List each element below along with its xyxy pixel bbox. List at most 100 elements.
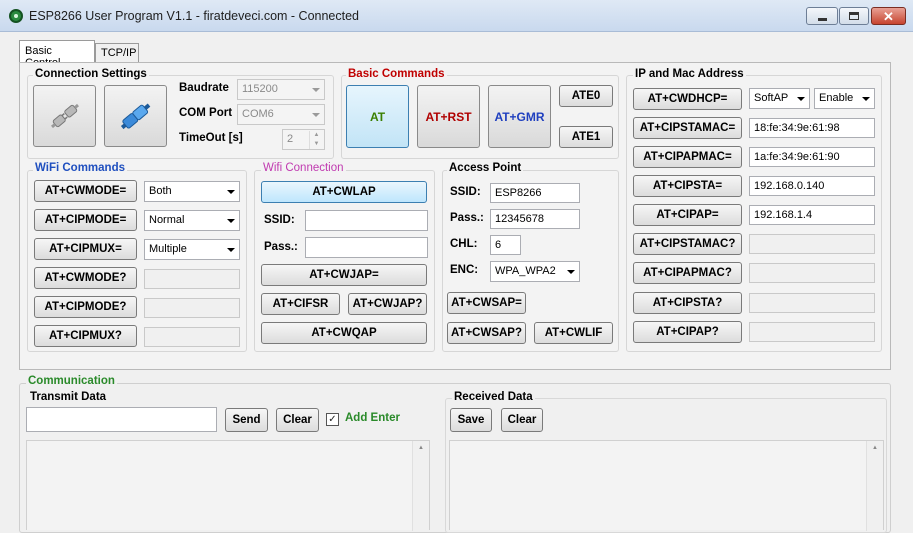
transmit-scrollbar[interactable]: ▲ bbox=[412, 441, 429, 531]
minimize-icon bbox=[817, 17, 827, 21]
connect-button[interactable] bbox=[104, 85, 167, 147]
ap-pass-input[interactable]: 12345678 bbox=[490, 209, 580, 229]
cwjap-query-button[interactable]: AT+CWJAP? bbox=[348, 293, 427, 315]
cipmode-select[interactable]: Normal bbox=[144, 210, 240, 231]
received-data-title: Received Data bbox=[452, 391, 535, 403]
ate1-button[interactable]: ATE1 bbox=[559, 126, 613, 148]
cipsta-set-button[interactable]: AT+CIPSTA= bbox=[633, 175, 742, 197]
cipmux-query-button[interactable]: AT+CIPMUX? bbox=[34, 325, 137, 347]
chevron-down-icon bbox=[862, 97, 870, 101]
ap-channel-label: CHL: bbox=[450, 238, 478, 250]
ap-pass-label: Pass.: bbox=[450, 212, 484, 224]
cipmode-result bbox=[144, 298, 240, 318]
cipapmac-input[interactable]: 1a:fe:34:9e:61:90 bbox=[749, 147, 875, 167]
cipmode-set-button[interactable]: AT+CIPMODE= bbox=[34, 209, 137, 231]
ap-enc-value: WPA_WPA2 bbox=[495, 265, 556, 277]
ap-enc-label: ENC: bbox=[450, 264, 479, 276]
wifi-ssid-input[interactable] bbox=[305, 210, 428, 231]
chevron-down-icon bbox=[797, 97, 805, 101]
window-title: ESP8266 User Program V1.1 - firatdeveci.… bbox=[29, 9, 360, 23]
com-port-select[interactable]: COM6 bbox=[237, 104, 325, 125]
cipstamac-input[interactable]: 18:fe:34:9e:61:98 bbox=[749, 118, 875, 138]
add-enter-checkbox[interactable]: ✓ bbox=[326, 413, 339, 426]
transmit-log[interactable]: ▲ bbox=[26, 440, 430, 531]
clear-transmit-button[interactable]: Clear bbox=[276, 408, 319, 432]
close-button[interactable]: ✕ bbox=[871, 7, 906, 25]
cipstamac-set-button[interactable]: AT+CIPSTAMAC= bbox=[633, 117, 742, 139]
wifi-commands-title: WiFi Commands bbox=[33, 162, 127, 174]
at-gmr-button[interactable]: AT+GMR bbox=[488, 85, 551, 148]
save-button[interactable]: Save bbox=[450, 408, 492, 432]
cwlap-button[interactable]: AT+CWLAP bbox=[261, 181, 427, 203]
cwlif-button[interactable]: AT+CWLIF bbox=[534, 322, 613, 344]
minimize-button[interactable] bbox=[806, 7, 838, 25]
cipap-set-button[interactable]: AT+CIPAP= bbox=[633, 204, 742, 226]
cipap-input[interactable]: 192.168.1.4 bbox=[749, 205, 875, 225]
cwjap-set-button[interactable]: AT+CWJAP= bbox=[261, 264, 427, 286]
tab-basic-control[interactable]: Basic Control bbox=[19, 40, 95, 69]
dhcp-mode-select[interactable]: SoftAP bbox=[749, 88, 810, 109]
dhcp-mode-value: SoftAP bbox=[754, 92, 789, 104]
at-rst-button[interactable]: AT+RST bbox=[417, 85, 480, 148]
ap-ssid-input[interactable]: ESP8266 bbox=[490, 183, 580, 203]
cipstamac-query-button[interactable]: AT+CIPSTAMAC? bbox=[633, 233, 742, 255]
add-enter-label: Add Enter bbox=[345, 412, 400, 424]
cipap-result bbox=[749, 322, 875, 342]
cipapmac-set-button[interactable]: AT+CIPAPMAC= bbox=[633, 146, 742, 168]
ap-enc-select[interactable]: WPA_WPA2 bbox=[490, 261, 580, 282]
basic-commands-title: Basic Commands bbox=[346, 68, 447, 80]
cwqap-button[interactable]: AT+CWQAP bbox=[261, 322, 427, 344]
chevron-down-icon bbox=[227, 248, 235, 252]
scroll-up-icon[interactable]: ▲ bbox=[413, 441, 429, 451]
chevron-down-icon bbox=[227, 219, 235, 223]
timeout-label: TimeOut [s] bbox=[179, 132, 243, 144]
at-button[interactable]: AT bbox=[346, 85, 409, 148]
app-icon bbox=[9, 9, 23, 23]
received-log[interactable]: ▲ bbox=[449, 440, 884, 531]
unplugged-icon bbox=[50, 103, 79, 129]
timeout-stepper[interactable]: 2 ▲ ▼ bbox=[282, 129, 325, 150]
scroll-up-icon[interactable]: ▲ bbox=[867, 441, 883, 451]
dhcp-state-value: Enable bbox=[819, 92, 854, 104]
send-button[interactable]: Send bbox=[225, 408, 268, 432]
wifi-ssid-label: SSID: bbox=[264, 214, 295, 226]
cipapmac-query-button[interactable]: AT+CIPAPMAC? bbox=[633, 262, 742, 284]
disconnect-button[interactable] bbox=[33, 85, 96, 147]
cipstamac-result bbox=[749, 234, 875, 254]
ap-channel-input[interactable]: 6 bbox=[490, 235, 521, 255]
access-point-title: Access Point bbox=[447, 162, 524, 174]
maximize-button[interactable] bbox=[839, 7, 869, 25]
cipmux-select[interactable]: Multiple bbox=[144, 239, 240, 260]
transmit-data-title: Transmit Data bbox=[30, 391, 107, 403]
cipmode-query-button[interactable]: AT+CIPMODE? bbox=[34, 296, 137, 318]
dhcp-state-select[interactable]: Enable bbox=[814, 88, 875, 109]
timeout-value: 2 bbox=[287, 133, 294, 145]
wifi-pass-input[interactable] bbox=[305, 237, 428, 258]
chevron-down-icon bbox=[227, 190, 235, 194]
cwmode-select[interactable]: Both bbox=[144, 181, 240, 202]
com-port-label: COM Port bbox=[179, 107, 233, 119]
baudrate-select[interactable]: 115200 bbox=[237, 79, 325, 100]
maximize-icon bbox=[849, 12, 859, 20]
cipsta-result bbox=[749, 293, 875, 313]
cwmode-query-button[interactable]: AT+CWMODE? bbox=[34, 267, 137, 289]
cwsap-query-button[interactable]: AT+CWSAP? bbox=[447, 322, 526, 344]
cipap-query-button[interactable]: AT+CIPAP? bbox=[633, 321, 742, 343]
ate0-button[interactable]: ATE0 bbox=[559, 85, 613, 107]
cipsta-input[interactable]: 192.168.0.140 bbox=[749, 176, 875, 196]
baudrate-value: 115200 bbox=[242, 83, 278, 95]
connection-settings-title: Connection Settings bbox=[33, 68, 149, 80]
checkmark-icon: ✓ bbox=[328, 413, 337, 425]
stepper-up-icon[interactable]: ▲ bbox=[309, 131, 323, 140]
transmit-input[interactable] bbox=[26, 407, 217, 432]
cwdhcp-set-button[interactable]: AT+CWDHCP= bbox=[633, 88, 742, 110]
stepper-down-icon[interactable]: ▼ bbox=[309, 140, 323, 149]
cifsr-button[interactable]: AT+CIFSR bbox=[261, 293, 340, 315]
cipmux-set-button[interactable]: AT+CIPMUX= bbox=[34, 238, 137, 260]
cipsta-query-button[interactable]: AT+CIPSTA? bbox=[633, 292, 742, 314]
tab-tcp-ip[interactable]: TCP/IP bbox=[95, 43, 139, 64]
received-scrollbar[interactable]: ▲ bbox=[866, 441, 883, 531]
clear-received-button[interactable]: Clear bbox=[501, 408, 543, 432]
cwmode-set-button[interactable]: AT+CWMODE= bbox=[34, 180, 137, 202]
cwsap-set-button[interactable]: AT+CWSAP= bbox=[447, 292, 526, 314]
